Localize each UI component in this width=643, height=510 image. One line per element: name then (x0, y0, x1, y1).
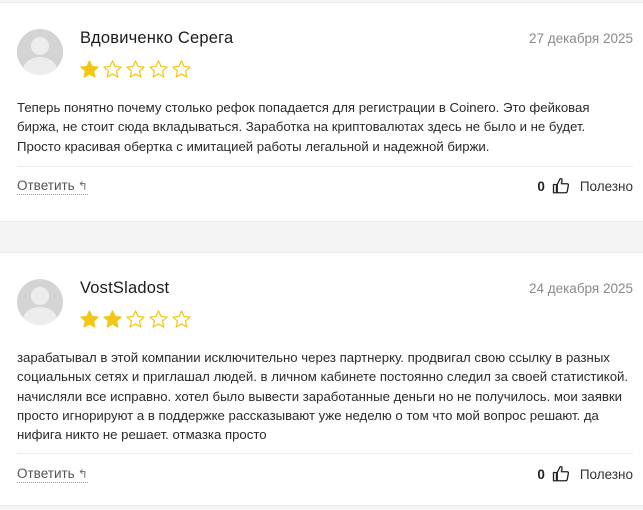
reply-label: Ответить (17, 178, 75, 193)
star-filled-icon (80, 310, 99, 328)
star-empty-icon (126, 310, 145, 328)
avatar-body (23, 307, 57, 325)
avatar (17, 279, 63, 325)
reply-arrow-icon: ↰ (77, 179, 88, 193)
rating-stars (79, 59, 192, 80)
star-empty-icon (172, 310, 191, 328)
star-empty-icon (103, 60, 122, 78)
avatar-body (23, 57, 57, 75)
vote-area: 0 Полезно (537, 177, 633, 195)
star-empty-icon (149, 310, 168, 328)
star-empty-icon (172, 60, 191, 78)
vote-area: 0 Полезно (537, 465, 633, 483)
star-filled-icon (80, 60, 99, 78)
review-card: Вдовиченко Серега 27 декабря 2025 Теперь… (0, 2, 643, 222)
divider (17, 453, 633, 454)
reply-link[interactable]: Ответить ↰ (17, 466, 88, 483)
reply-link[interactable]: Ответить ↰ (17, 178, 88, 195)
review-text: зарабатывал в этой компании исключительн… (17, 350, 629, 443)
rating-stars (79, 309, 192, 330)
useful-button[interactable]: Полезно (580, 467, 633, 482)
thumbs-up-icon[interactable] (552, 177, 570, 195)
avatar-head (31, 287, 49, 305)
star-empty-icon (126, 60, 145, 78)
useful-button[interactable]: Полезно (580, 179, 633, 194)
review-card: VostSladost 24 декабря 2025 зарабатывал … (0, 252, 643, 506)
review-author: VostSladost (80, 279, 170, 297)
avatar (17, 29, 63, 75)
reply-arrow-icon: ↰ (77, 467, 88, 481)
review-date: 27 декабря 2025 (528, 31, 633, 46)
avatar-head (31, 37, 49, 55)
review-author: Вдовиченко Серега (80, 29, 234, 47)
star-empty-icon (149, 60, 168, 78)
reply-label: Ответить (17, 466, 75, 481)
divider (17, 166, 633, 167)
review-date: 24 декабря 2025 (528, 281, 633, 296)
thumbs-up-icon[interactable] (552, 465, 570, 483)
vote-count: 0 (537, 178, 545, 194)
star-filled-icon (103, 310, 122, 328)
review-text: Теперь понятно почему столько рефок попа… (17, 100, 590, 154)
vote-count: 0 (537, 466, 545, 482)
